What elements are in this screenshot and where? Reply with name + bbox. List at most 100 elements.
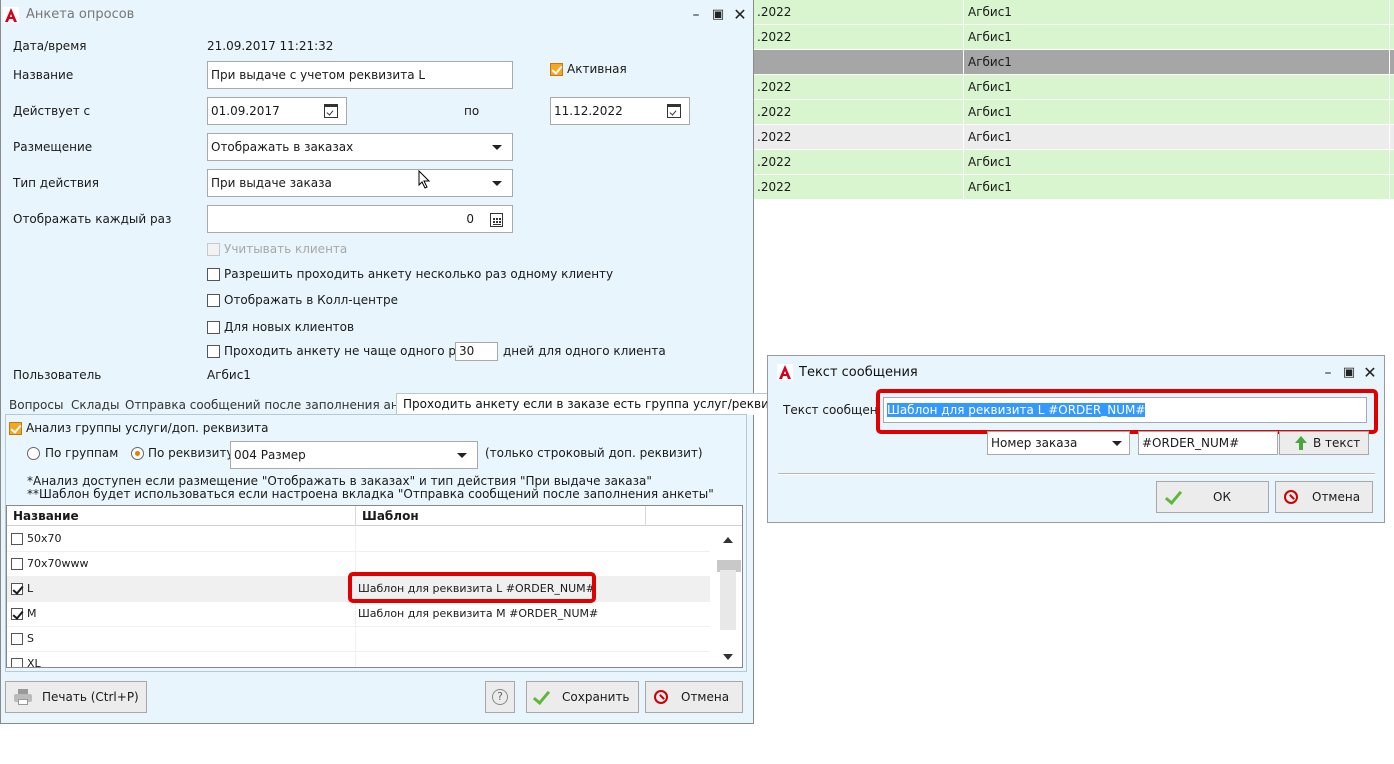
- action-type-label: Тип действия: [13, 176, 99, 190]
- calendar-icon[interactable]: [324, 104, 338, 118]
- maximize-icon[interactable]: ▣: [1340, 364, 1358, 382]
- chevron-down-icon: [1112, 441, 1122, 446]
- close-icon[interactable]: ✕: [1361, 364, 1379, 382]
- scroll-down-icon[interactable]: [723, 654, 733, 660]
- help-button[interactable]: ?: [485, 681, 515, 713]
- chevron-down-icon: [457, 453, 467, 458]
- table-row[interactable]: 50x70: [7, 527, 710, 552]
- background-grid-row[interactable]: .2022 Агбис1: [754, 150, 1394, 175]
- row-checkbox[interactable]: [11, 608, 23, 620]
- calculator-icon[interactable]: [490, 213, 503, 227]
- field-code-value: #ORDER_NUM#: [1142, 436, 1240, 450]
- action-type-value: При выдаче заказа: [211, 176, 332, 190]
- background-grid-date-cell: .2022: [754, 125, 964, 150]
- action-type-select[interactable]: При выдаче заказа: [207, 169, 513, 197]
- tab-messages[interactable]: Отправка сообщений после заполнения анке…: [125, 396, 430, 416]
- column-separator: [355, 527, 356, 552]
- save-button-label: Сохранить: [562, 690, 630, 704]
- show-callcenter-checkbox[interactable]: [207, 294, 220, 307]
- user-value: Агбис1: [207, 368, 251, 382]
- valid-to-date-field[interactable]: 11.12.2022: [550, 97, 690, 125]
- placement-label: Размещение: [13, 140, 93, 154]
- placement-value: Отображать в заказах: [211, 140, 354, 154]
- table-row[interactable]: S: [7, 627, 710, 652]
- attribute-value: 004 Размер: [234, 448, 306, 462]
- column-separator: [355, 652, 356, 667]
- calendar-icon[interactable]: [667, 104, 681, 118]
- background-grid-user-cell: Агбис1: [964, 75, 1390, 100]
- scrollbar-track[interactable]: [720, 570, 736, 630]
- consider-client-label: Учитывать клиента: [224, 242, 348, 256]
- column-separator: [355, 627, 356, 652]
- not-often-days-input[interactable]: 30: [455, 342, 498, 361]
- attribute-select[interactable]: 004 Размер: [230, 441, 478, 469]
- column-separator: [355, 506, 356, 526]
- minimize-icon[interactable]: –: [1319, 364, 1337, 382]
- by-groups-radio[interactable]: [27, 447, 40, 460]
- valid-to-value: 11.12.2022: [554, 104, 623, 118]
- datetime-label: Дата/время: [13, 39, 87, 53]
- table-row[interactable]: M Шаблон для реквизита M #ORDER_NUM#: [7, 602, 710, 627]
- by-attribute-radio[interactable]: [131, 447, 144, 460]
- row-checkbox[interactable]: [11, 633, 23, 645]
- grid-scrollbar[interactable]: [710, 527, 742, 667]
- column-separator: [355, 602, 356, 627]
- show-each-spin-field[interactable]: 0: [207, 205, 513, 233]
- row-checkbox[interactable]: [11, 658, 23, 667]
- datetime-value: 21.09.2017 11:21:32: [207, 39, 334, 53]
- scroll-up-icon[interactable]: [723, 537, 733, 543]
- highlight-annotation: [876, 389, 1378, 434]
- row-name-cell: L: [27, 582, 34, 595]
- placement-select[interactable]: Отображать в заказах: [207, 133, 513, 161]
- save-button[interactable]: Сохранить: [526, 681, 639, 713]
- to-text-button[interactable]: В текст: [1279, 431, 1369, 455]
- background-grid-row[interactable]: Агбис1: [754, 50, 1394, 75]
- new-clients-checkbox[interactable]: [207, 321, 220, 334]
- show-each-label: Отображать каждый раз: [13, 212, 172, 226]
- background-grid-user-cell: Агбис1: [964, 125, 1390, 150]
- background-grid-row[interactable]: .2022 Агбис1: [754, 0, 1394, 25]
- column-separator: [645, 506, 646, 526]
- by-groups-label: По группам: [45, 446, 119, 460]
- not-often-checkbox[interactable]: [207, 345, 220, 358]
- background-grid-date-cell: .2022: [754, 150, 964, 175]
- allow-multiple-checkbox[interactable]: [207, 268, 220, 281]
- row-checkbox[interactable]: [11, 533, 23, 545]
- background-grid-row[interactable]: .2022 Агбис1: [754, 175, 1394, 200]
- cancel-button[interactable]: Отмена: [645, 681, 743, 713]
- app-logo-icon: [3, 7, 19, 23]
- tab-questions[interactable]: Вопросы: [9, 396, 63, 416]
- attribute-note: (только строковый доп. реквизит): [485, 446, 703, 460]
- minimize-icon[interactable]: –: [687, 6, 705, 24]
- row-name-cell: XL: [27, 657, 41, 668]
- valid-from-date-field[interactable]: 01.09.2017: [207, 97, 347, 125]
- background-grid-row[interactable]: .2022 Агбис1: [754, 125, 1394, 150]
- table-row[interactable]: XL: [7, 652, 710, 668]
- tab-warehouses[interactable]: Склады: [71, 396, 119, 416]
- background-grid-row[interactable]: .2022 Агбис1: [754, 25, 1394, 50]
- row-checkbox[interactable]: [11, 583, 23, 595]
- background-grid-row[interactable]: .2022 Агбис1: [754, 75, 1394, 100]
- column-header-template[interactable]: Шаблон: [362, 509, 419, 523]
- checkmark-icon: [533, 689, 549, 705]
- consider-client-checkbox[interactable]: [207, 243, 220, 256]
- field-select[interactable]: Номер заказа: [987, 431, 1130, 455]
- ok-button[interactable]: ОК: [1156, 481, 1269, 513]
- dialog-cancel-button[interactable]: Отмена: [1275, 481, 1373, 513]
- background-grid-row[interactable]: .2022 Агбис1: [754, 100, 1394, 125]
- row-template-cell[interactable]: Шаблон для реквизита M #ORDER_NUM#: [358, 607, 598, 620]
- maximize-icon[interactable]: ▣: [709, 6, 727, 24]
- print-button[interactable]: Печать (Ctrl+P): [5, 681, 147, 713]
- tab-service-group-condition[interactable]: Проходить анкету если в заказе есть груп…: [396, 393, 798, 415]
- row-checkbox[interactable]: [11, 558, 23, 570]
- close-icon[interactable]: ✕: [731, 6, 749, 24]
- field-code-input[interactable]: #ORDER_NUM#: [1138, 431, 1278, 455]
- column-header-name[interactable]: Название: [13, 509, 79, 523]
- name-input[interactable]: При выдаче с учетом реквизита L: [207, 61, 513, 89]
- survey-form-window: Анкета опросов – ▣ ✕ Дата/время 21.09.20…: [0, 0, 798, 724]
- printer-icon: [14, 689, 32, 705]
- active-checkbox[interactable]: [550, 63, 563, 76]
- analysis-checkbox[interactable]: [9, 422, 22, 435]
- valid-from-label: Действует с: [13, 104, 91, 118]
- dialog-cancel-button-label: Отмена: [1312, 490, 1361, 504]
